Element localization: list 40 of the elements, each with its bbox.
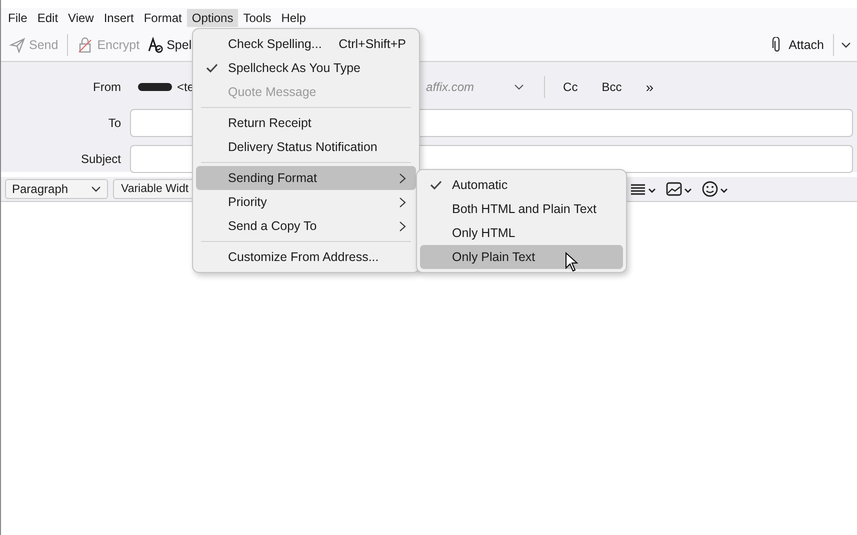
to-label: To xyxy=(107,116,122,130)
attach-button[interactable]: Attach xyxy=(766,34,826,56)
chevron-down-icon xyxy=(91,185,101,193)
paragraph-dropdown[interactable]: Paragraph xyxy=(5,179,108,199)
spellcheck-icon xyxy=(146,36,163,52)
menu-item[interactable]: Only HTML xyxy=(420,221,623,245)
redaction-mark xyxy=(138,83,172,91)
font-dropdown[interactable]: Variable Widt xyxy=(113,179,192,199)
toolbar-button[interactable]: Spel xyxy=(144,34,194,56)
menu-title[interactable]: Help xyxy=(276,9,311,27)
chevron-down-icon[interactable] xyxy=(841,40,851,48)
menu-title[interactable]: Insert xyxy=(98,9,139,27)
menu-item[interactable]: Automatic xyxy=(420,173,623,197)
menu-title[interactable]: Edit xyxy=(32,9,64,27)
cc-button[interactable]: Cc xyxy=(557,78,584,96)
menu-item[interactable]: Send a Copy To xyxy=(196,214,416,238)
menu-title[interactable]: Tools xyxy=(238,9,276,27)
emoji-icon[interactable] xyxy=(701,181,729,197)
menu-item[interactable]: Both HTML and Plain Text xyxy=(420,197,623,221)
menu-title[interactable]: File xyxy=(3,9,32,27)
menu-item[interactable]: Delivery Status Notification xyxy=(196,135,416,159)
lock-icon xyxy=(77,36,94,52)
more-button[interactable]: » xyxy=(640,77,660,97)
menu-item[interactable]: Priority xyxy=(196,190,416,214)
menu-item[interactable]: Only Plain Text xyxy=(420,245,623,269)
menu-item[interactable]: Customize From Address... xyxy=(196,245,416,269)
bcc-button[interactable]: Bcc xyxy=(596,78,628,96)
send-icon xyxy=(9,36,25,52)
image-icon[interactable] xyxy=(665,181,693,197)
menu-item[interactable]: Return Receipt xyxy=(196,111,416,135)
subject-label: Subject xyxy=(80,152,122,166)
chevron-down-icon[interactable] xyxy=(514,83,524,91)
menu-title[interactable]: Options xyxy=(186,9,238,27)
menu-item[interactable]: Sending Format xyxy=(196,166,416,190)
menu-item[interactable]: Spellcheck As You Type xyxy=(196,56,416,80)
menu-title[interactable]: Format xyxy=(138,9,187,27)
cursor-icon xyxy=(565,252,578,272)
menu-title[interactable]: View xyxy=(63,9,99,27)
from-label: From xyxy=(92,80,122,94)
menu-item[interactable]: Check Spelling... Ctrl+Shift+P xyxy=(196,32,416,56)
